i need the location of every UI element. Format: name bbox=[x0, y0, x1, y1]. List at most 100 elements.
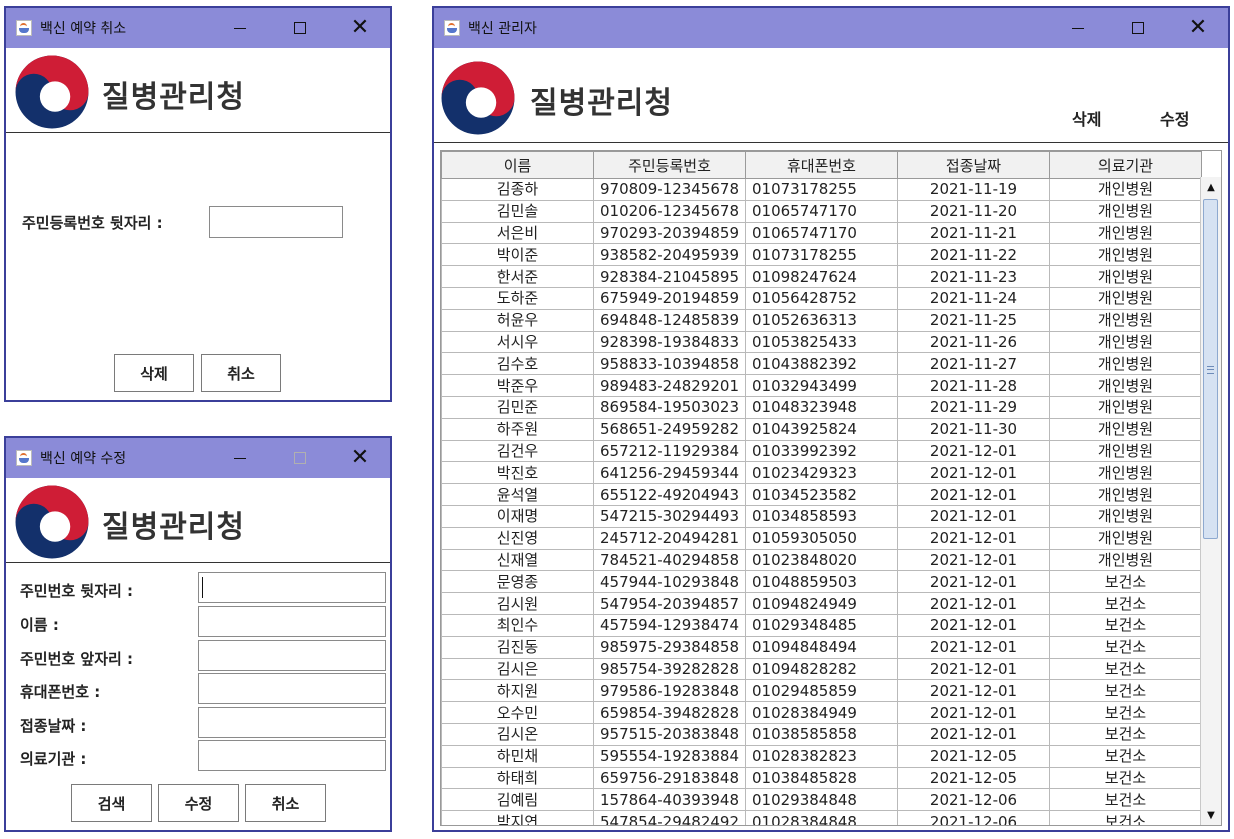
table-cell[interactable]: 개인병원 bbox=[1049, 352, 1202, 376]
table-cell[interactable]: 박이준 bbox=[441, 243, 594, 267]
table-row[interactable]: 서은비 970293-20394859 01065747170 2021-11-21 개… bbox=[441, 221, 1202, 245]
maximize-button[interactable] bbox=[270, 8, 330, 48]
delete-button[interactable]: 삭제 bbox=[114, 354, 194, 392]
table-cell[interactable]: 김종하 bbox=[441, 178, 594, 201]
table-cell[interactable]: 문영종 bbox=[441, 570, 594, 594]
table-cell[interactable]: 01098247624 bbox=[745, 265, 898, 288]
table-row[interactable]: 윤석열 655122-49204943 01034523582 2021-12-01 개… bbox=[441, 483, 1202, 506]
table-row[interactable]: 박준우 989483-24829201 01032943499 2021-11-28 개… bbox=[441, 374, 1202, 397]
table-cell[interactable]: 01023429323 bbox=[745, 461, 898, 485]
cancel-window-titlebar[interactable]: 백신 예약 취소 ✕ bbox=[6, 8, 390, 48]
table-cell[interactable]: 01029348485 bbox=[745, 613, 898, 637]
table-cell[interactable]: 01032943499 bbox=[745, 374, 898, 397]
minimize-button[interactable] bbox=[210, 438, 270, 478]
table-cell[interactable]: 2021-11-23 bbox=[897, 265, 1050, 288]
table-cell[interactable]: 2021-11-28 bbox=[897, 374, 1050, 397]
table-cell[interactable]: 457944-10293848 bbox=[593, 570, 746, 594]
table-row[interactable]: 김민솔 010206-12345678 01065747170 2021-11-20 개… bbox=[441, 199, 1202, 223]
table-cell[interactable]: 박지연 bbox=[441, 810, 594, 825]
table-cell[interactable]: 928398-19384833 bbox=[593, 330, 746, 354]
table-cell[interactable]: 01056428752 bbox=[745, 286, 898, 310]
table-row[interactable]: 신재열 784521-40294858 01023848020 2021-12-01 개… bbox=[441, 548, 1202, 572]
table-cell[interactable]: 595554-19283884 bbox=[593, 744, 746, 768]
table-row[interactable]: 최인수 457594-12938474 01029348485 2021-12-01 보… bbox=[441, 613, 1202, 637]
table-cell[interactable]: 2021-12-01 bbox=[897, 461, 1050, 485]
table-cell[interactable]: 245712-20494281 bbox=[593, 526, 746, 550]
table-cell[interactable]: 01048323948 bbox=[745, 395, 898, 419]
table-cell[interactable]: 신진영 bbox=[441, 526, 594, 550]
rrn-back-input[interactable] bbox=[209, 206, 343, 238]
table-cell[interactable]: 하태희 bbox=[441, 766, 594, 790]
table-cell[interactable]: 하민채 bbox=[441, 744, 594, 768]
table-cell[interactable]: 최인수 bbox=[441, 613, 594, 637]
table-row[interactable]: 하주원 568651-24959282 01043925824 2021-11-30 개… bbox=[441, 417, 1202, 441]
table-cell[interactable]: 2021-11-30 bbox=[897, 417, 1050, 441]
table-cell[interactable]: 허윤우 bbox=[441, 308, 594, 332]
name-field[interactable] bbox=[198, 606, 386, 637]
table-cell[interactable]: 2021-12-05 bbox=[897, 744, 1050, 768]
table-cell[interactable]: 하주원 bbox=[441, 417, 594, 441]
table-cell[interactable]: 01028384848 bbox=[745, 810, 898, 825]
table-cell[interactable]: 2021-12-01 bbox=[897, 722, 1050, 746]
table-cell[interactable]: 보건소 bbox=[1049, 766, 1202, 790]
minimize-button[interactable] bbox=[1048, 8, 1108, 48]
table-cell[interactable]: 개인병원 bbox=[1049, 483, 1202, 506]
table-cell[interactable]: 547215-30294493 bbox=[593, 504, 746, 528]
table-cell[interactable]: 보건소 bbox=[1049, 613, 1202, 637]
edit-window-titlebar[interactable]: 백신 예약 수정 ✕ bbox=[6, 438, 390, 478]
table-cell[interactable]: 01048859503 bbox=[745, 570, 898, 594]
table-cell[interactable]: 개인병원 bbox=[1049, 504, 1202, 528]
vertical-scrollbar[interactable]: ▲ ▼ bbox=[1200, 177, 1221, 825]
table-cell[interactable]: 보건소 bbox=[1049, 810, 1202, 825]
table-row[interactable]: 한서준 928384-21045895 01098247624 2021-11-23 개… bbox=[441, 265, 1202, 288]
table-cell[interactable]: 보건소 bbox=[1049, 592, 1202, 615]
table-cell[interactable]: 박진호 bbox=[441, 461, 594, 485]
table-cell[interactable]: 개인병원 bbox=[1049, 439, 1202, 463]
table-cell[interactable]: 보건소 bbox=[1049, 722, 1202, 746]
table-cell[interactable]: 개인병원 bbox=[1049, 461, 1202, 485]
table-cell[interactable]: 개인병원 bbox=[1049, 178, 1202, 201]
table-cell[interactable]: 2021-11-19 bbox=[897, 178, 1050, 201]
cancel-button[interactable]: 취소 bbox=[201, 354, 281, 392]
table-cell[interactable]: 01094824949 bbox=[745, 592, 898, 615]
table-cell[interactable]: 2021-12-06 bbox=[897, 810, 1050, 825]
table-cell[interactable]: 641256-29459344 bbox=[593, 461, 746, 485]
table-cell[interactable]: 659854-39482828 bbox=[593, 701, 746, 724]
table-cell[interactable]: 2021-12-06 bbox=[897, 788, 1050, 812]
table-cell[interactable]: 서은비 bbox=[441, 221, 594, 245]
table-row[interactable]: 하태희 659756-29183848 01038485828 2021-12-05 보… bbox=[441, 766, 1202, 790]
table-cell[interactable]: 오수민 bbox=[441, 701, 594, 724]
table-row[interactable]: 김건우 657212-11929384 01033992392 2021-12-01 개… bbox=[441, 439, 1202, 463]
table-row[interactable]: 서시우 928398-19384833 01053825433 2021-11-26 개… bbox=[441, 330, 1202, 354]
table-cell[interactable]: 01073178255 bbox=[745, 178, 898, 201]
table-row[interactable]: 김종하 970809-12345678 01073178255 2021-11-19 개… bbox=[441, 178, 1202, 201]
table-cell[interactable]: 2021-12-01 bbox=[897, 483, 1050, 506]
column-header[interactable]: 이름 bbox=[441, 151, 594, 179]
table-cell[interactable]: 보건소 bbox=[1049, 570, 1202, 594]
table-cell[interactable]: 784521-40294858 bbox=[593, 548, 746, 572]
table-cell[interactable]: 694848-12485839 bbox=[593, 308, 746, 332]
table-cell[interactable]: 547954-20394857 bbox=[593, 592, 746, 615]
table-cell[interactable]: 01029485859 bbox=[745, 679, 898, 703]
table-cell[interactable]: 657212-11929384 bbox=[593, 439, 746, 463]
table-cell[interactable]: 2021-12-01 bbox=[897, 701, 1050, 724]
table-cell[interactable]: 010206-12345678 bbox=[593, 199, 746, 223]
table-cell[interactable]: 김건우 bbox=[441, 439, 594, 463]
table-cell[interactable]: 01023848020 bbox=[745, 548, 898, 572]
table-cell[interactable]: 2021-12-01 bbox=[897, 679, 1050, 703]
table-cell[interactable]: 개인병원 bbox=[1049, 221, 1202, 245]
table-cell[interactable]: 970809-12345678 bbox=[593, 178, 746, 201]
table-cell[interactable]: 개인병원 bbox=[1049, 417, 1202, 441]
table-cell[interactable]: 2021-12-01 bbox=[897, 613, 1050, 637]
table-cell[interactable]: 01028382823 bbox=[745, 744, 898, 768]
table-cell[interactable]: 김예림 bbox=[441, 788, 594, 812]
scrollbar-thumb[interactable] bbox=[1203, 199, 1218, 539]
table-cell[interactable]: 01028384949 bbox=[745, 701, 898, 724]
table-cell[interactable]: 김민솔 bbox=[441, 199, 594, 223]
table-cell[interactable]: 938582-20495939 bbox=[593, 243, 746, 267]
table-cell[interactable]: 01052636313 bbox=[745, 308, 898, 332]
table-cell[interactable]: 2021-11-29 bbox=[897, 395, 1050, 419]
table-cell[interactable]: 01034523582 bbox=[745, 483, 898, 506]
table-cell[interactable]: 도하준 bbox=[441, 286, 594, 310]
table-row[interactable]: 김진동 985975-29384858 01094848494 2021-12-01 보… bbox=[441, 635, 1202, 659]
